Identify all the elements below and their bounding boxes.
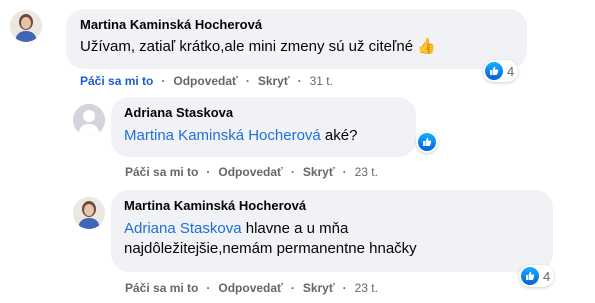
comment-text: Užívam, zatiaľ krátko,ale mini zmeny sú … <box>80 38 414 55</box>
avatar-photo <box>73 197 105 229</box>
comment-text-line2: najdôležitejšie,nemám permanentne hnačky <box>124 240 417 257</box>
separator-dot: · <box>342 165 347 179</box>
mention-link[interactable]: Adriana Staskova <box>124 220 242 237</box>
timestamp[interactable]: 31 t. <box>310 74 333 88</box>
timestamp[interactable]: 23 t. <box>355 165 378 179</box>
separator-dot: · <box>245 74 250 88</box>
comment-text-line: Martina Kaminská Hocherová aké? <box>124 126 403 146</box>
separator-dot: · <box>290 281 295 295</box>
default-avatar-icon <box>73 104 105 136</box>
reaction-count-badge[interactable]: 4 <box>519 265 555 287</box>
separator-dot: · <box>206 281 211 295</box>
thumbs-up-emoji: 👍 <box>417 38 436 55</box>
like-button[interactable]: Páči sa mi to <box>125 281 198 295</box>
reaction-count: 4 <box>543 268 551 284</box>
comment-author[interactable]: Martina Kaminská Hocherová <box>124 198 540 214</box>
like-button[interactable]: Páči sa mi to <box>125 165 198 179</box>
separator-dot: · <box>290 165 295 179</box>
comment-author[interactable]: Martina Kaminská Hocherová <box>80 17 513 33</box>
like-reaction-icon <box>418 133 436 151</box>
comment-bubble: Adriana Staskova Martina Kaminská Hocher… <box>111 97 416 157</box>
separator-dot: · <box>206 165 211 179</box>
mention-link[interactable]: Martina Kaminská Hocherová <box>124 127 321 144</box>
hide-button[interactable]: Skryť <box>303 281 335 295</box>
reply-button[interactable]: Odpovedať <box>218 165 282 179</box>
comment-bubble: Martina Kaminská Hocherová Adriana Stask… <box>111 190 553 272</box>
avatar[interactable] <box>73 104 105 136</box>
comment-actions: Páči sa mi to · Odpovedať · Skryť · 23 t… <box>125 164 378 180</box>
reply-button[interactable]: Odpovedať <box>218 281 282 295</box>
avatar[interactable] <box>10 10 42 42</box>
like-reaction-icon <box>521 267 539 285</box>
reaction-count-badge[interactable]: 4 <box>483 60 519 82</box>
reaction-count: 4 <box>507 63 515 79</box>
like-button[interactable]: Páči sa mi to <box>80 74 153 88</box>
hide-button[interactable]: Skryť <box>258 74 290 88</box>
separator-dot: · <box>297 74 302 88</box>
comment-text: aké? <box>320 127 358 144</box>
comment-author[interactable]: Adriana Staskova <box>124 105 403 121</box>
timestamp[interactable]: 23 t. <box>355 281 378 295</box>
comment-text-line: Užívam, zatiaľ krátko,ale mini zmeny sú … <box>80 37 513 57</box>
reaction-badge[interactable] <box>416 131 438 153</box>
separator-dot: · <box>342 281 347 295</box>
comment-actions: Páči sa mi to · Odpovedať · Skryť · 23 t… <box>125 280 378 296</box>
hide-button[interactable]: Skryť <box>303 165 335 179</box>
reply-button[interactable]: Odpovedať <box>173 74 237 88</box>
comment-actions: Páči sa mi to · Odpovedať · Skryť · 31 t… <box>80 73 333 89</box>
comment-bubble: Martina Kaminská Hocherová Užívam, zatia… <box>66 9 527 69</box>
separator-dot: · <box>161 74 166 88</box>
comment-text-line: Adriana Staskova hlavne a u mňa <box>124 219 540 239</box>
like-reaction-icon <box>485 62 503 80</box>
avatar-photo <box>10 10 42 42</box>
avatar[interactable] <box>73 197 105 229</box>
comment-text: hlavne a u mňa <box>241 220 349 237</box>
